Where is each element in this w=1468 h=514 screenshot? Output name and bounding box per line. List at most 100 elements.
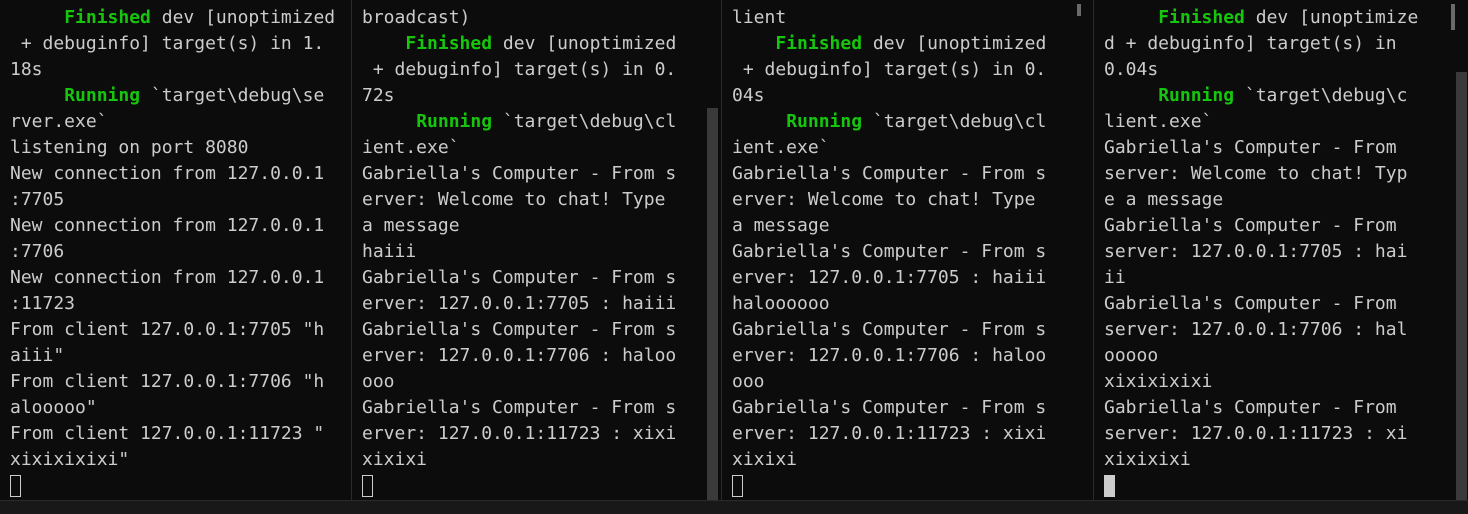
terminal-text: dev [unoptimized — [150, 7, 336, 28]
terminal-line: + debuginfo] target(s) in 1. — [10, 31, 335, 57]
terminal-line: a message — [362, 213, 676, 239]
terminal-text: From client 127.0.0.1:11723 " — [10, 423, 325, 444]
terminal-line: server: 127.0.0.1:7706 : hal — [1104, 317, 1418, 343]
terminal-line: From client 127.0.0.1:7706 "h — [10, 369, 335, 395]
terminal-line: + debuginfo] target(s) in 0. — [732, 57, 1046, 83]
terminal-line: 04s — [732, 83, 1046, 109]
status-keyword: Finished — [405, 33, 493, 54]
terminal-text: alooooo" — [10, 397, 97, 418]
terminal-line: Finished dev [unoptimized — [362, 31, 676, 57]
terminal-text: a message — [732, 215, 830, 236]
status-bar — [0, 500, 1468, 514]
terminal-output: Finished dev [unoptimized + debuginfo] t… — [1104, 5, 1418, 499]
terminal-line: Gabriella's Computer - From s — [362, 395, 676, 421]
terminal-output: Finished dev [unoptimized + debuginfo] t… — [10, 5, 335, 499]
terminal-line: Gabriella's Computer - From — [1104, 213, 1418, 239]
terminal-line: 72s — [362, 83, 676, 109]
terminal-text: ooooo — [1104, 345, 1159, 366]
terminal-text: Gabriella's Computer - From — [1104, 137, 1397, 158]
terminal-text: Gabriella's Computer - From s — [362, 397, 677, 418]
terminal-text: From client 127.0.0.1:7705 "h — [10, 319, 325, 340]
terminal-text: xixixixixi" — [10, 449, 130, 470]
terminal-text: 0.04s — [1104, 59, 1159, 80]
terminal-text: aiii" — [10, 345, 65, 366]
terminal-text: Gabriella's Computer - From s — [362, 319, 677, 340]
terminal-line: ii — [1104, 265, 1418, 291]
terminal-line: + debuginfo] target(s) in 0. — [362, 57, 676, 83]
terminal-text: e a message — [1104, 189, 1224, 210]
terminal-line: Gabriella's Computer - From s — [362, 161, 676, 187]
terminal-text: erver: 127.0.0.1:7706 : haloo — [732, 345, 1047, 366]
terminal-line: Gabriella's Computer - From s — [362, 265, 676, 291]
terminal-text: From client 127.0.0.1:7706 "h — [10, 371, 325, 392]
terminal-text: Gabriella's Computer - From — [1104, 215, 1397, 236]
terminal-text: Gabriella's Computer - From s — [732, 163, 1047, 184]
terminal-line: Running `target\debug\se — [10, 83, 335, 109]
terminal-text: broadcast) — [362, 7, 471, 28]
prompt-line[interactable] — [362, 473, 676, 499]
terminal-line: erver: 127.0.0.1:7705 : haiii — [362, 291, 676, 317]
terminal-line: :7705 — [10, 187, 335, 213]
terminal-line: Gabriella's Computer - From s — [732, 161, 1046, 187]
terminal-line: lient.exe` — [1104, 109, 1418, 135]
pane-3-scrollbar[interactable] — [1456, 72, 1467, 500]
terminal-output: lient Finished dev [unoptimized + debugi… — [732, 5, 1046, 499]
prompt-line[interactable] — [732, 473, 1046, 499]
terminal-line: server: 127.0.0.1:11723 : xi — [1104, 421, 1418, 447]
text-cursor — [10, 475, 21, 497]
terminal-text: lient.exe` — [1104, 111, 1213, 132]
terminal-line: 18s — [10, 57, 335, 83]
terminal-line: ient.exe` — [732, 135, 1046, 161]
terminal-line: alooooo" — [10, 395, 335, 421]
terminal-line: :7706 — [10, 239, 335, 265]
terminal-text: + debuginfo] target(s) in 0. — [362, 59, 677, 80]
terminal-line: lient — [732, 5, 1046, 31]
terminal-line: ooo — [732, 369, 1046, 395]
terminal-text: Gabriella's Computer - From — [1104, 397, 1397, 418]
terminal-line: xixixixi — [1104, 447, 1418, 473]
terminal-text: 04s — [732, 85, 765, 106]
terminal-text: New connection from 127.0.0.1 — [10, 163, 325, 184]
terminal-text: Gabriella's Computer - From s — [732, 397, 1047, 418]
terminal-line: a message — [732, 213, 1046, 239]
terminal-text: Gabriella's Computer - From s — [362, 163, 677, 184]
status-keyword: Finished — [64, 7, 151, 28]
terminal-text: :7706 — [10, 241, 65, 262]
terminal-text: `target\debug\c — [1234, 85, 1408, 106]
status-keyword: Running — [64, 85, 141, 106]
pane-1-scrollbar[interactable] — [707, 108, 718, 500]
client-terminal-pane-2[interactable]: lient Finished dev [unoptimized + debugi… — [722, 0, 1092, 500]
terminal-text: erver: 127.0.0.1:7705 : haiii — [732, 267, 1047, 288]
status-keyword: Finished — [775, 33, 863, 54]
terminal-text: xixixi — [362, 449, 428, 470]
client-terminal-pane-3[interactable]: Finished dev [unoptimize d + debuginfo] t… — [1094, 0, 1468, 500]
terminal-line: erver: Welcome to chat! Type — [732, 187, 1046, 213]
text-cursor — [362, 475, 373, 497]
terminal-line: Gabriella's Computer - From s — [732, 395, 1046, 421]
terminal-line: 0.04s — [1104, 57, 1418, 83]
terminal-line: Finished dev [unoptimized — [732, 31, 1046, 57]
terminal-line: xixixixixi" — [10, 447, 335, 473]
prompt-line[interactable] — [1104, 473, 1418, 499]
pane-3-scrollbar-top[interactable] — [1451, 4, 1455, 30]
terminal-text: haloooooo — [732, 293, 830, 314]
terminal-text: server: 127.0.0.1:7706 : hal — [1104, 319, 1408, 340]
terminal-text: erver: 127.0.0.1:7705 : haiii — [362, 293, 677, 314]
prompt-line[interactable] — [10, 473, 335, 499]
server-terminal-pane[interactable]: Finished dev [unoptimized + debuginfo] t… — [0, 0, 350, 500]
pane-2-scrollbar[interactable] — [1077, 4, 1081, 16]
terminal-line: Gabriella's Computer - From — [1104, 395, 1418, 421]
terminal-text: d + debuginfo] target(s) in — [1104, 33, 1397, 54]
terminal-text: ient.exe` — [362, 137, 460, 158]
terminal-line: e a message — [1104, 187, 1418, 213]
terminal-line: server: 127.0.0.1:7705 : hai — [1104, 239, 1418, 265]
terminal-text: a message — [362, 215, 460, 236]
terminal-text: ii — [1104, 267, 1126, 288]
client-terminal-pane-1[interactable]: broadcast) Finished dev [unoptimized + d… — [352, 0, 720, 500]
terminal-text: listening on port 8080 — [10, 137, 249, 158]
terminal-text: erver: Welcome to chat! Type — [362, 189, 666, 210]
terminal-line: Gabriella's Computer - From — [1104, 135, 1418, 161]
